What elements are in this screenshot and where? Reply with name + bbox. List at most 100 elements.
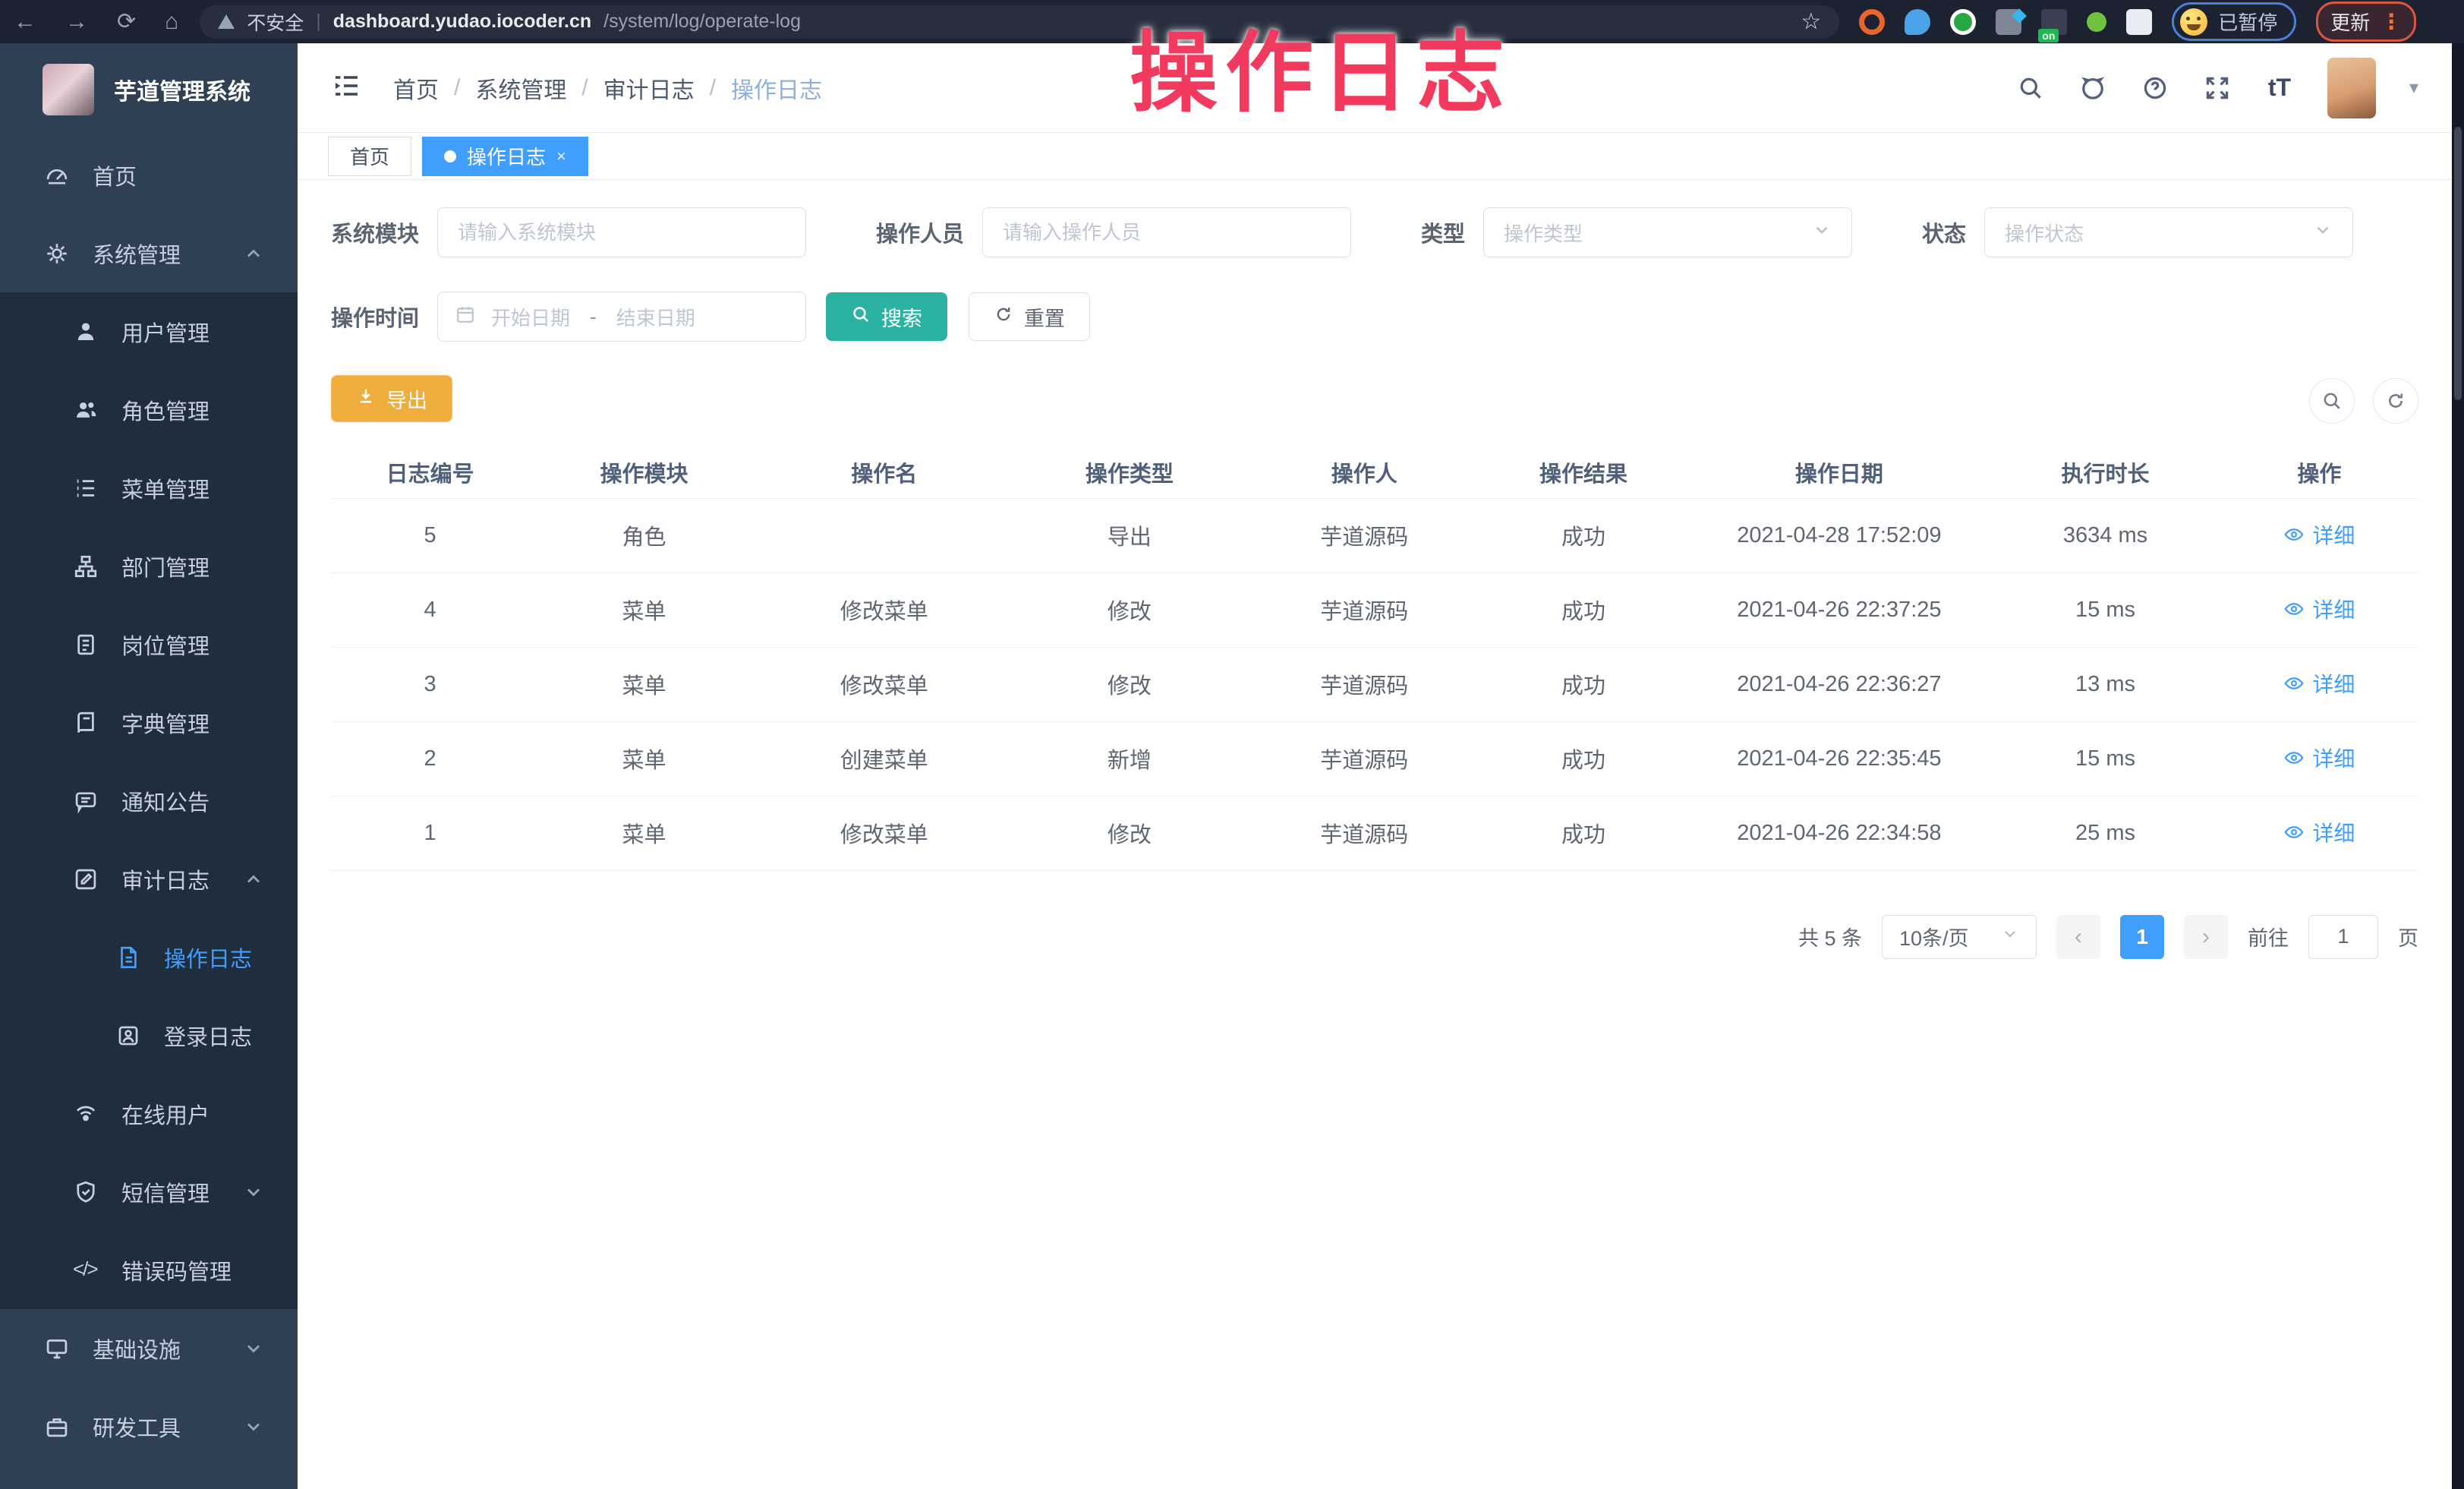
profile-paused-chip[interactable]: 已暂停 bbox=[2172, 2, 2296, 41]
detail-link[interactable]: 详细 bbox=[2283, 519, 2355, 550]
active-tab-dot-icon bbox=[444, 150, 456, 162]
start-date-placeholder: 开始日期 bbox=[491, 303, 570, 331]
module-input[interactable] bbox=[437, 207, 806, 257]
help-icon[interactable] bbox=[2141, 74, 2169, 103]
breadcrumb-system[interactable]: 系统管理 bbox=[475, 71, 566, 105]
time-label: 操作时间 bbox=[331, 301, 419, 333]
extensions-row: on 已暂停 更新 ⋮ bbox=[1859, 2, 2416, 42]
sidebar-item-online-users[interactable]: 在线用户 bbox=[0, 1074, 298, 1153]
sidebar-item-department-management[interactable]: 部门管理 bbox=[0, 527, 298, 605]
status-select[interactable]: 操作状态 bbox=[1984, 207, 2353, 257]
scrollbar-thumb[interactable] bbox=[2454, 127, 2462, 400]
refresh-table-button[interactable] bbox=[2373, 378, 2418, 424]
type-select[interactable]: 操作类型 bbox=[1483, 207, 1852, 257]
page-size-select[interactable]: 10条/页 bbox=[1882, 915, 2037, 959]
close-tab-icon[interactable]: × bbox=[556, 147, 566, 166]
sidebar-item-infrastructure[interactable]: 基础设施 bbox=[0, 1309, 298, 1387]
sidebar-item-menu-management[interactable]: 菜单管理 bbox=[0, 449, 298, 527]
detail-link[interactable]: 详细 bbox=[2283, 743, 2355, 773]
scrollbar[interactable] bbox=[2452, 43, 2464, 1489]
page-unit-label: 页 bbox=[2398, 922, 2418, 951]
login-log-icon bbox=[115, 1023, 141, 1049]
breadcrumb-audit[interactable]: 审计日志 bbox=[603, 71, 695, 105]
sidebar-item-post-management[interactable]: 岗位管理 bbox=[0, 605, 298, 683]
sidebar-item-dev-tools[interactable]: 研发工具 bbox=[0, 1387, 298, 1465]
chevron-down-icon bbox=[243, 1338, 264, 1359]
badge-icon bbox=[73, 632, 99, 658]
bookmark-star-icon[interactable]: ☆ bbox=[1801, 8, 1821, 35]
sidebar-item-dict-management[interactable]: 字典管理 bbox=[0, 683, 298, 762]
back-icon[interactable]: ← bbox=[14, 9, 36, 35]
fullscreen-icon[interactable] bbox=[2203, 74, 2232, 103]
sidebar-item-home[interactable]: 首页 bbox=[0, 136, 298, 214]
table-row: 2菜单创建菜单新增芋道源码成功2021-04-26 22:35:4515 ms … bbox=[331, 721, 2418, 796]
reset-button[interactable]: 重置 bbox=[969, 292, 1090, 341]
online-users-icon bbox=[73, 1101, 99, 1127]
filter-row-2: 操作时间 开始日期 - 结束日期 搜索 重置 bbox=[331, 292, 2418, 342]
module-label: 系统模块 bbox=[331, 216, 419, 248]
message-icon bbox=[73, 788, 99, 814]
tabs-bar: 首页 操作日志 × bbox=[298, 133, 2452, 180]
address-bar[interactable]: 不安全 | dashboard.yudao.iocoder.cn /system… bbox=[200, 5, 1839, 39]
sidebar-item-errcode-management[interactable]: </> 错误码管理 bbox=[0, 1231, 298, 1309]
prev-page-button[interactable]: ‹ bbox=[2056, 915, 2100, 959]
font-size-icon[interactable]: tT bbox=[2265, 74, 2294, 103]
github-icon[interactable] bbox=[2078, 74, 2107, 103]
browser-menu-icon[interactable]: ⋮ bbox=[2381, 9, 2402, 34]
refresh-icon bbox=[994, 304, 1013, 330]
extension-icon-switch[interactable]: on bbox=[2041, 9, 2067, 35]
toggle-search-button[interactable] bbox=[2309, 378, 2355, 424]
goto-page-input[interactable] bbox=[2308, 915, 2378, 959]
next-page-button[interactable]: › bbox=[2184, 915, 2228, 959]
search-icon[interactable] bbox=[2016, 74, 2045, 103]
forward-icon[interactable]: → bbox=[65, 9, 88, 35]
extension-icon-leaf[interactable] bbox=[2087, 12, 2106, 32]
sidebar-item-login-log[interactable]: 登录日志 bbox=[0, 996, 298, 1074]
operate-log-table: 日志编号 操作模块 操作名 操作类型 操作人 操作结果 操作日期 执行时长 操作 bbox=[331, 446, 2418, 871]
operator-label: 操作人员 bbox=[876, 216, 964, 248]
extension-icon-diamond[interactable] bbox=[1996, 9, 2021, 35]
export-button[interactable]: 导出 bbox=[331, 375, 452, 422]
code-icon: </> bbox=[73, 1257, 99, 1283]
detail-link[interactable]: 详细 bbox=[2283, 668, 2355, 699]
home-icon[interactable]: ⌂ bbox=[165, 9, 178, 35]
extension-icon-orange[interactable] bbox=[1859, 9, 1885, 35]
reload-icon[interactable]: ⟳ bbox=[117, 8, 136, 35]
app-logo[interactable]: 芋道管理系统 bbox=[0, 43, 298, 136]
sidebar-item-system-management[interactable]: 系统管理 bbox=[0, 214, 298, 292]
collapse-sidebar-icon[interactable] bbox=[331, 71, 361, 105]
avatar-caret-icon[interactable]: ▾ bbox=[2409, 77, 2418, 99]
briefcase-icon bbox=[44, 1414, 70, 1440]
current-page-button[interactable]: 1 bbox=[2120, 915, 2164, 959]
operator-input[interactable] bbox=[982, 207, 1351, 257]
search-button[interactable]: 搜索 bbox=[826, 292, 947, 341]
sidebar-item-user-management[interactable]: 用户管理 bbox=[0, 292, 298, 371]
logo-image bbox=[43, 64, 94, 115]
tab-operate-log[interactable]: 操作日志 × bbox=[422, 137, 588, 176]
detail-link[interactable]: 详细 bbox=[2283, 817, 2355, 847]
menu-list-icon bbox=[73, 475, 99, 501]
table-row: 3菜单修改菜单修改芋道源码成功2021-04-26 22:36:2713 ms … bbox=[331, 647, 2418, 721]
extension-icon-pin[interactable] bbox=[1905, 9, 1930, 35]
browser-update-button[interactable]: 更新 ⋮ bbox=[2316, 2, 2416, 42]
profile-emoji-icon bbox=[2180, 8, 2207, 36]
audit-edit-icon bbox=[73, 866, 99, 892]
sidebar-item-role-management[interactable]: 角色管理 bbox=[0, 371, 298, 449]
extensions-puzzle-icon[interactable] bbox=[2126, 9, 2152, 35]
url-separator: | bbox=[316, 11, 321, 33]
extension-icon-green[interactable] bbox=[1950, 9, 1976, 35]
detail-link[interactable]: 详细 bbox=[2283, 594, 2355, 624]
sidebar-item-operate-log[interactable]: 操作日志 bbox=[0, 918, 298, 996]
breadcrumb-home[interactable]: 首页 bbox=[393, 71, 439, 105]
sidebar-item-notice[interactable]: 通知公告 bbox=[0, 762, 298, 840]
date-range-picker[interactable]: 开始日期 - 结束日期 bbox=[437, 292, 806, 342]
calendar-icon bbox=[455, 304, 476, 330]
sidebar-item-sms-management[interactable]: 短信管理 bbox=[0, 1153, 298, 1231]
operate-log-icon bbox=[115, 945, 141, 970]
chevron-down-icon bbox=[243, 1416, 264, 1437]
tab-home[interactable]: 首页 bbox=[328, 137, 411, 176]
total-count: 共 5 条 bbox=[1798, 922, 1862, 951]
table-toolbar: 导出 bbox=[331, 342, 2418, 424]
user-avatar[interactable] bbox=[2327, 58, 2376, 118]
sidebar-item-audit-log[interactable]: 审计日志 bbox=[0, 840, 298, 918]
